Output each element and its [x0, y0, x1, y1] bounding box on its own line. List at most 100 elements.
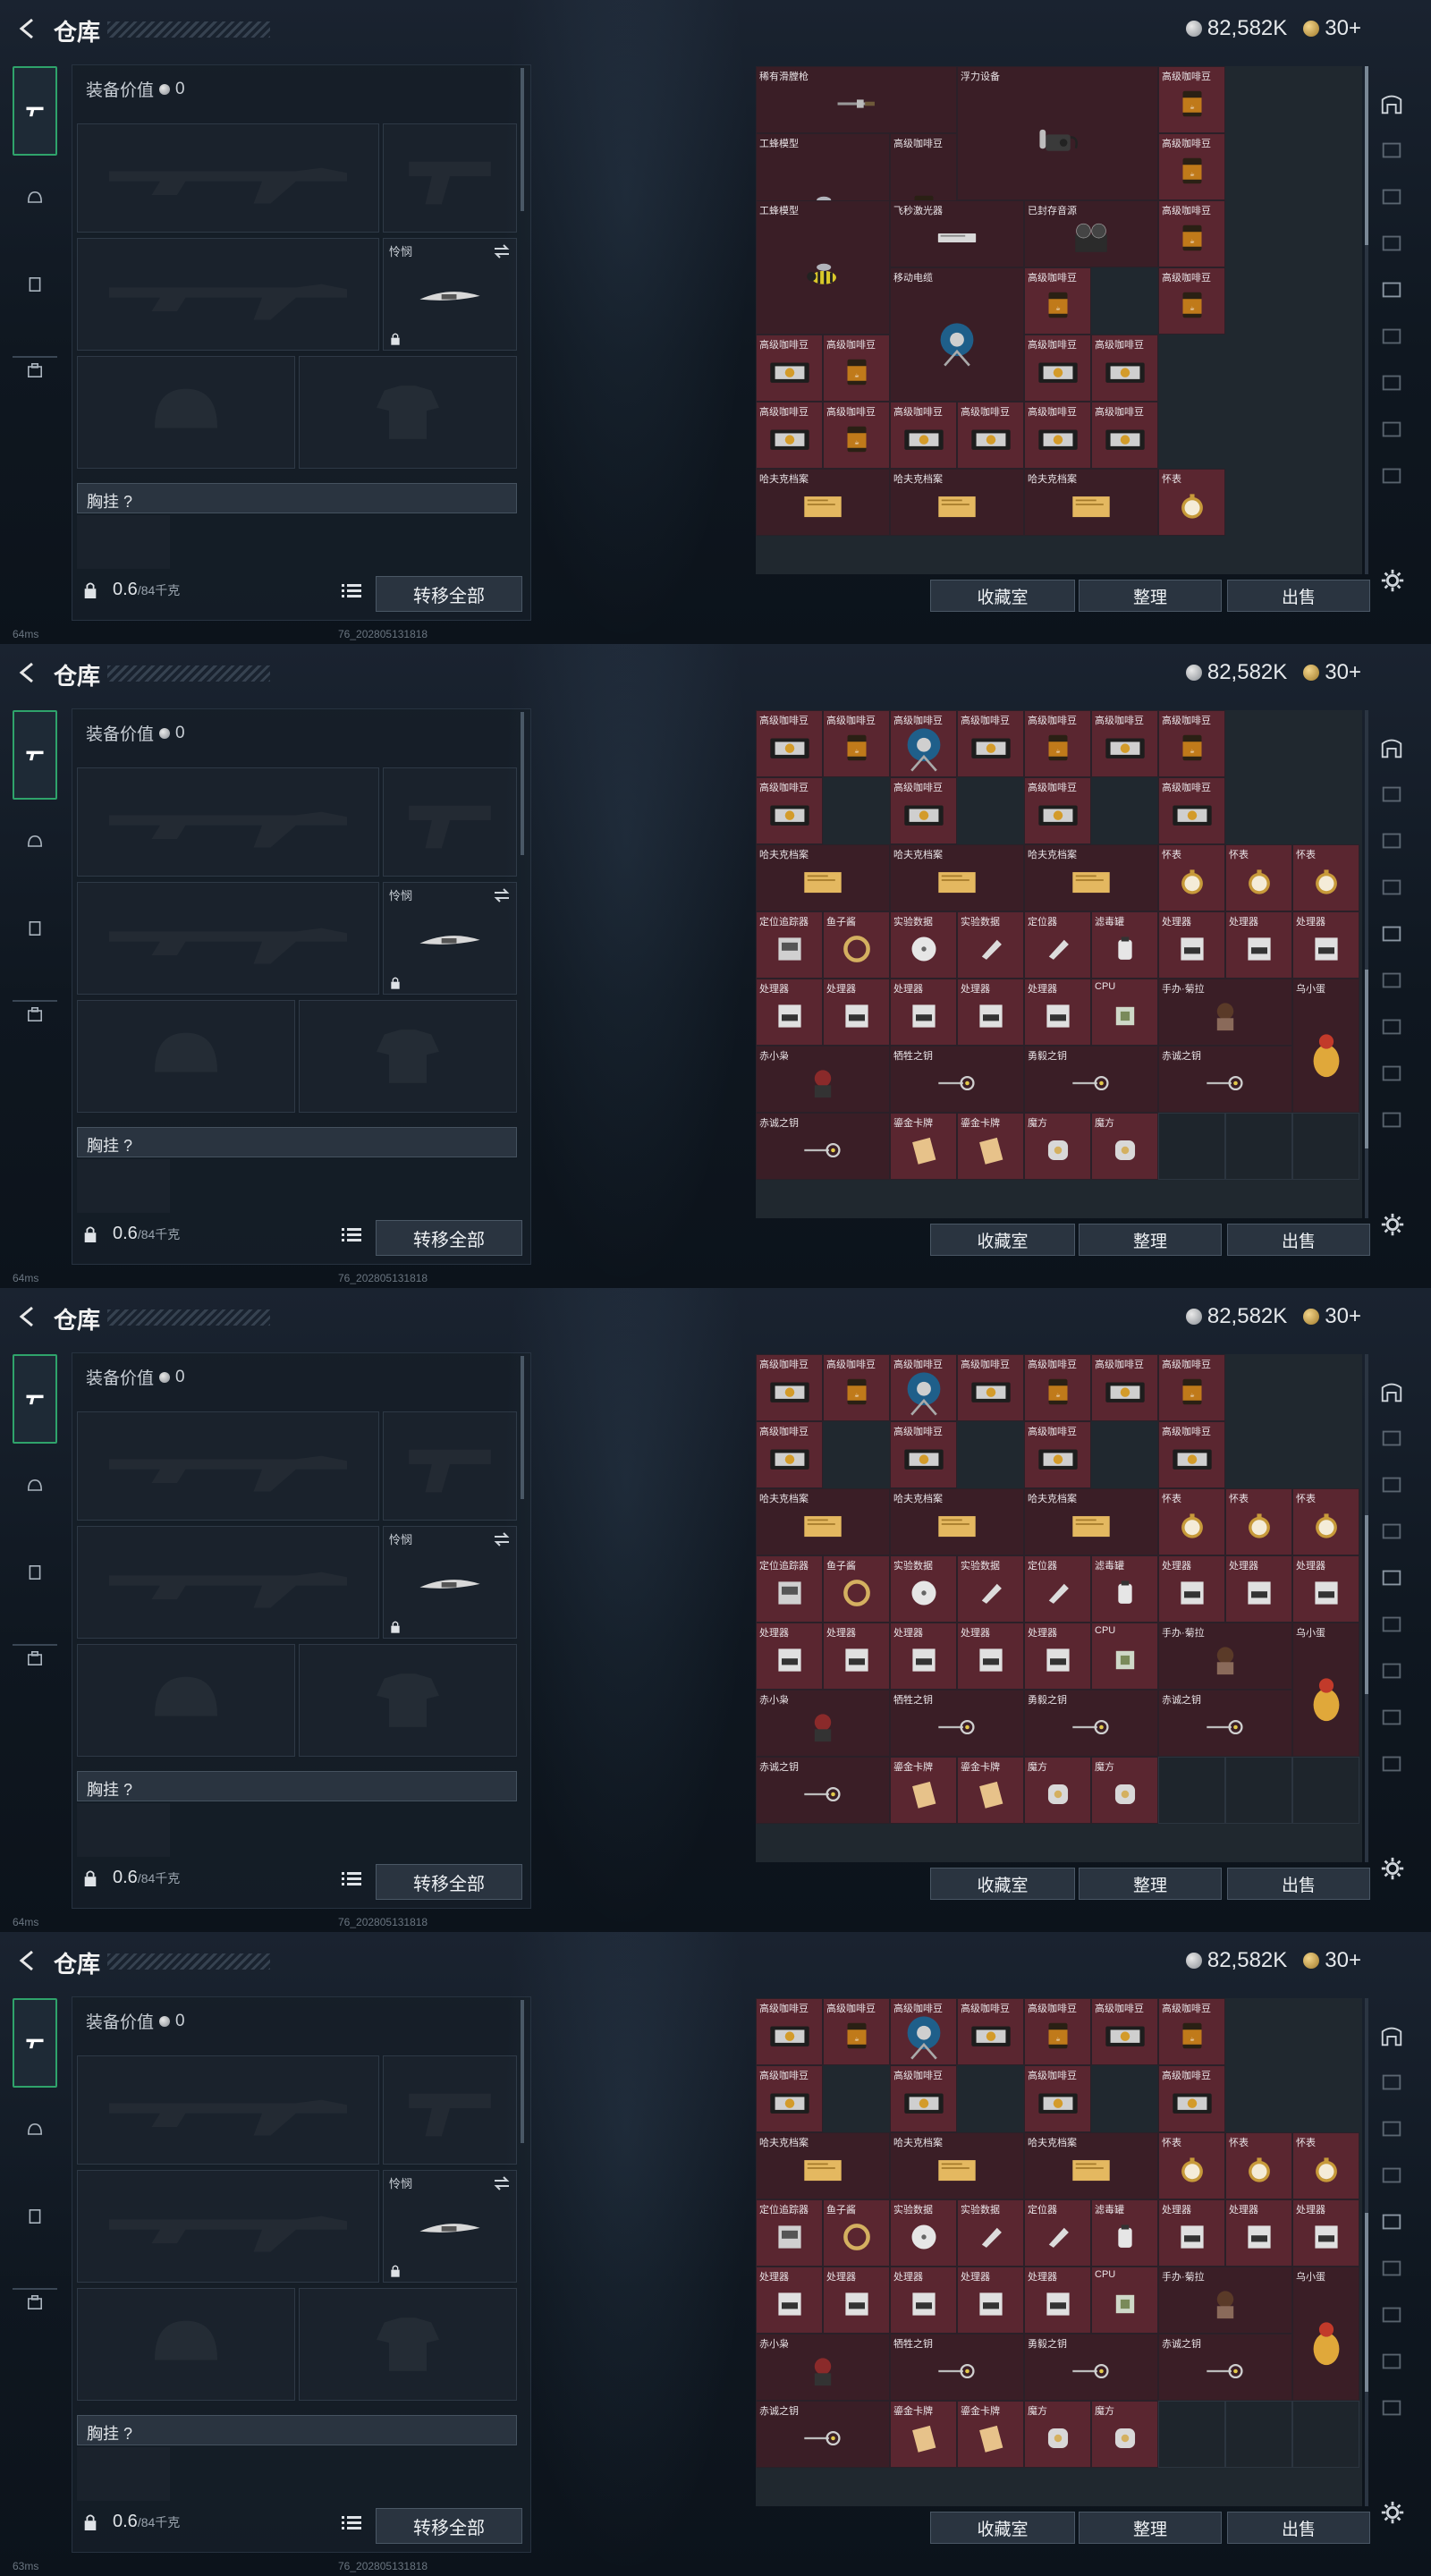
armor-slot[interactable]	[299, 1644, 517, 1757]
settings-button[interactable]	[1379, 567, 1408, 596]
tab-gun[interactable]	[13, 710, 57, 800]
stash-item[interactable]: 怀表	[1158, 1488, 1225, 1555]
tab-vest[interactable]	[13, 886, 57, 971]
stash-grid[interactable]: 高级咖啡豆 高级咖啡豆 ☕ 高级咖啡豆 高级咖啡豆 高级咖啡豆 ☕ 高级咖啡豆 高级咖啡豆 ☕ 高级…	[756, 710, 1362, 1218]
stash-scrollbar[interactable]	[1365, 710, 1368, 1218]
empty-slot[interactable]	[1158, 1757, 1225, 1824]
helmet-slot[interactable]	[77, 2288, 295, 2401]
stash-item[interactable]: 处理器	[1158, 911, 1225, 979]
stash-item[interactable]: 处理器	[1292, 2199, 1359, 2267]
sidebar-shortcut-icon[interactable]	[1374, 1699, 1410, 1735]
stash-item[interactable]: 实验数据	[957, 911, 1024, 979]
stash-item[interactable]: CPU	[1091, 2267, 1158, 2334]
stash-item[interactable]: 高级咖啡豆	[756, 402, 823, 469]
stash-item[interactable]: 处理器	[756, 979, 823, 1046]
stash-item[interactable]: 高级咖啡豆	[890, 1421, 957, 1488]
sidebar-shortcut-icon[interactable]	[1374, 179, 1410, 215]
stash-item[interactable]: 滤毒罐	[1091, 1555, 1158, 1623]
armor-slot[interactable]	[299, 2288, 517, 2401]
stash-item[interactable]: 处理器	[890, 1623, 957, 1690]
melee-slot[interactable]: 怜悯	[383, 882, 517, 995]
scroll-thumb[interactable]	[1365, 1515, 1368, 1694]
swap-icon[interactable]	[493, 2176, 511, 2190]
stash-item[interactable]: 高级咖啡豆 ☕	[1024, 1354, 1091, 1421]
sidebar-shortcut-icon[interactable]	[1374, 2297, 1410, 2333]
stash-grid[interactable]: 高级咖啡豆 高级咖啡豆 ☕ 高级咖啡豆 高级咖啡豆 高级咖啡豆 ☕ 高级咖啡豆 高级咖啡豆 ☕ 高级…	[756, 1998, 1362, 2506]
stash-item[interactable]: 高级咖啡豆	[756, 2065, 823, 2132]
stash-item[interactable]: 定位器	[1024, 1555, 1091, 1623]
stash-item[interactable]: 哈夫克档案	[890, 1488, 1024, 1555]
tab-bag[interactable]	[13, 971, 57, 1057]
stash-item[interactable]: 处理器	[1024, 979, 1091, 1046]
collection-button[interactable]: 收藏室	[930, 2512, 1075, 2544]
stash-item[interactable]: 处理器	[823, 1623, 890, 1690]
sidebar-shortcut-icon[interactable]	[1374, 962, 1410, 998]
collection-button[interactable]: 收藏室	[930, 1868, 1075, 1900]
stash-item[interactable]: 哈夫克档案	[1024, 469, 1158, 536]
stash-item[interactable]: 高级咖啡豆	[1091, 335, 1158, 402]
tab-bag[interactable]	[13, 2259, 57, 2345]
back-button[interactable]	[13, 658, 41, 687]
helmet-slot[interactable]	[77, 1000, 295, 1113]
sidebar-shortcut-icon[interactable]	[1374, 1746, 1410, 1782]
sell-button[interactable]: 出售	[1227, 580, 1370, 612]
chest-rig-slot[interactable]	[77, 515, 170, 569]
stash-item[interactable]: 手办·菊拉	[1158, 2267, 1292, 2334]
stash-item[interactable]: 已封存音源	[1024, 200, 1158, 267]
stash-item[interactable]: 手办·菊拉	[1158, 1623, 1292, 1690]
stash-item[interactable]: 高级咖啡豆	[890, 1998, 957, 2065]
stash-item[interactable]: 高级咖啡豆	[957, 1354, 1024, 1421]
tab-helmet[interactable]	[13, 800, 57, 886]
stash-item[interactable]: 鎏金卡牌	[957, 1113, 1024, 1180]
stash-item[interactable]: 怀表	[1225, 844, 1292, 911]
empty-slot[interactable]	[1158, 1113, 1225, 1180]
sell-button[interactable]: 出售	[1227, 1868, 1370, 1900]
stash-item[interactable]: 哈夫克档案	[756, 844, 890, 911]
stash-item[interactable]: 高级咖啡豆	[890, 402, 957, 469]
stash-item[interactable]: 高级咖啡豆 ☕	[1158, 1354, 1225, 1421]
sidebar-shortcut-icon[interactable]	[1374, 823, 1410, 859]
stash-item[interactable]: CPU	[1091, 1623, 1158, 1690]
stash-item[interactable]: 赤诚之钥	[756, 1757, 890, 1824]
stash-item[interactable]: 处理器	[957, 1623, 1024, 1690]
stash-item[interactable]: 稀有滑膛枪	[756, 66, 957, 133]
stash-item[interactable]: 处理器	[756, 2267, 823, 2334]
stash-item[interactable]: 鎏金卡牌	[890, 2401, 957, 2468]
stash-item[interactable]: 滤毒罐	[1091, 911, 1158, 979]
tab-vest[interactable]	[13, 1530, 57, 1615]
stash-item[interactable]: 魔方	[1091, 2401, 1158, 2468]
stash-item[interactable]: 赤小枭	[756, 1046, 890, 1113]
stash-item[interactable]: 魔方	[1024, 2401, 1091, 2468]
stash-item[interactable]: 勇毅之钥	[1024, 1690, 1158, 1757]
stash-item[interactable]: 哈夫克档案	[756, 2132, 890, 2199]
stash-item[interactable]: 怀表	[1158, 2132, 1225, 2199]
stash-item[interactable]: 定位追踪器	[756, 911, 823, 979]
stash-item[interactable]: 处理器	[1292, 911, 1359, 979]
stash-item[interactable]: 高级咖啡豆	[756, 1998, 823, 2065]
list-view-button[interactable]	[342, 1871, 361, 1887]
stash-item[interactable]: 牺牲之钥	[890, 1690, 1024, 1757]
swap-icon[interactable]	[493, 244, 511, 258]
stash-item[interactable]: 高级咖啡豆 ☕	[1158, 267, 1225, 335]
swap-icon[interactable]	[493, 1532, 511, 1546]
stash-grid[interactable]: 稀有滑膛枪浮力设备高级咖啡豆☕工蜂模型高级咖啡豆☕高级咖啡豆☕工蜂模型飞秒激光器…	[756, 66, 1362, 574]
stash-item[interactable]: 高级咖啡豆 ☕	[1024, 710, 1091, 777]
stash-item[interactable]: 鱼子酱	[823, 1555, 890, 1623]
stash-item[interactable]: 实验数据	[957, 1555, 1024, 1623]
stash-item[interactable]: 处理器	[1225, 1555, 1292, 1623]
stash-item[interactable]: 高级咖啡豆	[756, 710, 823, 777]
stash-item[interactable]: 高级咖啡豆 ☕	[1158, 710, 1225, 777]
stash-item[interactable]: 乌小蛋	[1292, 2267, 1359, 2401]
melee-slot[interactable]: 怜悯	[383, 238, 517, 351]
stash-item[interactable]: 赤诚之钥	[1158, 1046, 1292, 1113]
sidebar-shortcut-icon[interactable]	[1374, 1420, 1410, 1456]
sidebar-shortcut-icon[interactable]	[1374, 1374, 1410, 1410]
stash-item[interactable]: 高级咖啡豆	[1024, 335, 1091, 402]
helmet-slot[interactable]	[77, 356, 295, 469]
stash-item[interactable]: 高级咖啡豆	[1091, 1998, 1158, 2065]
stash-item[interactable]: 怀表	[1225, 1488, 1292, 1555]
sidebar-shortcut-icon[interactable]	[1374, 365, 1410, 401]
sidebar-shortcut-icon[interactable]	[1374, 318, 1410, 354]
sidebar-shortcut-icon[interactable]	[1374, 458, 1410, 494]
stash-item[interactable]: 高级咖啡豆 ☕	[823, 402, 890, 469]
